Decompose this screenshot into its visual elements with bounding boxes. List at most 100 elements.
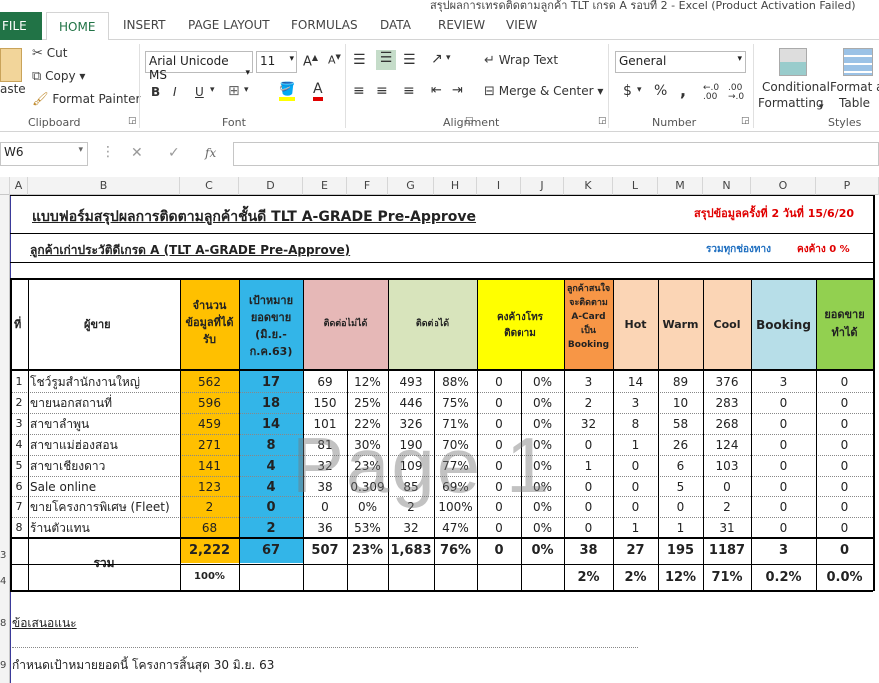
number-format-select[interactable]: General ▾ [615,51,746,73]
cell-h[interactable]: 75% [434,396,477,410]
total-e[interactable]: 507 [303,543,347,559]
row-number[interactable]: 3 [0,550,6,562]
cell-c[interactable]: 123 [180,480,239,494]
cell-o[interactable]: 3 [751,375,816,389]
cell-k[interactable]: 0 [564,438,613,452]
chevron-down-icon[interactable]: ▾ [637,85,642,95]
seller-name-cell[interactable]: ขายโครงการพิเศษ (Fleet) [30,500,180,514]
underline-button[interactable]: U [195,85,204,99]
cell-p[interactable]: 0 [816,500,873,514]
header-seller[interactable]: ผู้ขาย [84,318,111,331]
cell-d[interactable]: 17 [239,375,303,391]
cell-k[interactable]: 2 [564,396,613,410]
header-target[interactable]: เป้าหมายยอดขาย (มิ.ย.-ก.ค.63) [241,292,301,360]
column-header[interactable]: P [816,177,879,195]
total-k[interactable]: 38 [564,543,613,559]
row-number-cell[interactable]: 7 [10,500,28,513]
cell-n[interactable]: 0 [703,480,751,494]
chevron-down-icon[interactable]: ▾ [210,85,215,95]
cell-p[interactable]: 0 [816,396,873,410]
total-l[interactable]: 27 [613,543,658,559]
cell-m[interactable]: 0 [658,500,703,514]
comma-button[interactable]: , [680,81,686,100]
column-header[interactable]: L [613,177,658,195]
cell-g[interactable]: 32 [388,521,434,535]
copy-button[interactable]: ⧉ Copy ▾ [32,69,85,84]
column-header[interactable]: J [521,177,564,195]
cell-k[interactable]: 1 [564,459,613,473]
paste-label[interactable]: aste [0,82,26,96]
tab-data[interactable]: DATA [380,18,411,32]
cell-l[interactable]: 8 [613,417,658,431]
tab-home[interactable]: HOME [46,12,109,41]
header-no[interactable]: ที่ [14,318,21,331]
tab-view[interactable]: VIEW [506,18,537,32]
align-right-icon[interactable]: ≡ [403,83,415,99]
header-no-contact[interactable]: ติดต่อไม่ได้ [303,319,388,330]
cell-j[interactable]: 0% [521,375,564,389]
seller-name-cell[interactable]: ร้านตัวแทน [30,521,180,535]
cell-f[interactable]: 12% [347,375,388,389]
header-pending-follow[interactable]: คงค้างโทรติดตาม [484,310,556,342]
sheet-subtitle[interactable]: ลูกค้าเก่าประวัติดีเกรด A (TLT A-GRADE P… [30,243,350,257]
chevron-down-icon[interactable]: ▾ [446,53,451,63]
cell-n[interactable]: 283 [703,396,751,410]
cell-n[interactable]: 376 [703,375,751,389]
cell-i[interactable]: 0 [477,396,521,410]
wrap-text-button[interactable]: ↵ Wrap Text [484,53,558,68]
cell-m[interactable]: 1 [658,521,703,535]
column-header[interactable]: E [303,177,347,195]
cell-o[interactable]: 0 [751,438,816,452]
pct-count[interactable]: 100% [180,571,239,583]
seller-name-cell[interactable]: ขายนอกสถานที่ [30,396,180,410]
bold-button[interactable]: B [151,85,160,99]
borders-icon[interactable]: ⊞ [228,83,240,99]
column-header[interactable]: A [10,177,28,195]
format-painter-button[interactable]: 🖌 Format Painter [32,92,140,107]
footer-note[interactable]: กำหนดเป้าหมายยอดนี้ โครงการสิ้นสุด 30 มิ… [12,658,274,672]
cell-o[interactable]: 0 [751,417,816,431]
cell-o[interactable]: 0 [751,459,816,473]
row-number[interactable]: 8 [0,618,6,630]
total-j[interactable]: 0% [521,543,564,559]
alignment-launcher-icon[interactable]: ◲ [598,116,607,126]
header-sales[interactable]: ยอดขายทำได้ [818,306,871,342]
cell-n[interactable]: 2 [703,500,751,514]
align-center-icon[interactable]: ≡ [376,83,388,99]
seller-name-cell[interactable]: โชว์รูมสำนักงานใหญ่ [30,375,180,389]
cell-m[interactable]: 58 [658,417,703,431]
cell-n[interactable]: 124 [703,438,751,452]
align-middle-icon[interactable]: ☰ [376,50,396,70]
column-header[interactable]: F [347,177,388,195]
header-booking[interactable]: Booking [751,318,816,332]
cell-p[interactable]: 0 [816,521,873,535]
row-number[interactable]: 4 [0,576,6,588]
total-m[interactable]: 195 [658,543,703,559]
conditional-formatting-icon[interactable] [779,48,807,76]
column-header[interactable]: O [751,177,816,195]
cell-k[interactable]: 32 [564,417,613,431]
cell-o[interactable]: 0 [751,521,816,535]
select-all[interactable] [0,177,10,195]
fill-color-icon[interactable]: 🪣 [279,82,296,101]
cell-l[interactable]: 14 [613,375,658,389]
align-top-icon[interactable]: ☰ [353,52,366,68]
tab-review[interactable]: REVIEW [438,18,485,32]
seller-name-cell[interactable]: สาขาลำพูน [30,417,180,431]
cell-c[interactable]: 271 [180,438,239,452]
cell-h[interactable]: 88% [434,375,477,389]
cell-o[interactable]: 0 [751,500,816,514]
total-count[interactable]: 2,222 [180,543,239,559]
cell-n[interactable]: 31 [703,521,751,535]
currency-button[interactable]: $ [623,83,632,99]
cancel-icon[interactable]: ✕ [131,145,143,161]
column-header[interactable]: N [703,177,751,195]
align-bottom-icon[interactable]: ☰ [403,52,416,68]
header-contacted[interactable]: ติดต่อได้ [388,319,477,330]
cell-m[interactable]: 10 [658,396,703,410]
cell-k[interactable]: 0 [564,521,613,535]
pct-p[interactable]: 0.0% [816,570,873,586]
tab-formulas[interactable]: FORMULAS [291,18,358,32]
row-number-cell[interactable]: 8 [10,521,28,534]
cell-l[interactable]: 0 [613,480,658,494]
